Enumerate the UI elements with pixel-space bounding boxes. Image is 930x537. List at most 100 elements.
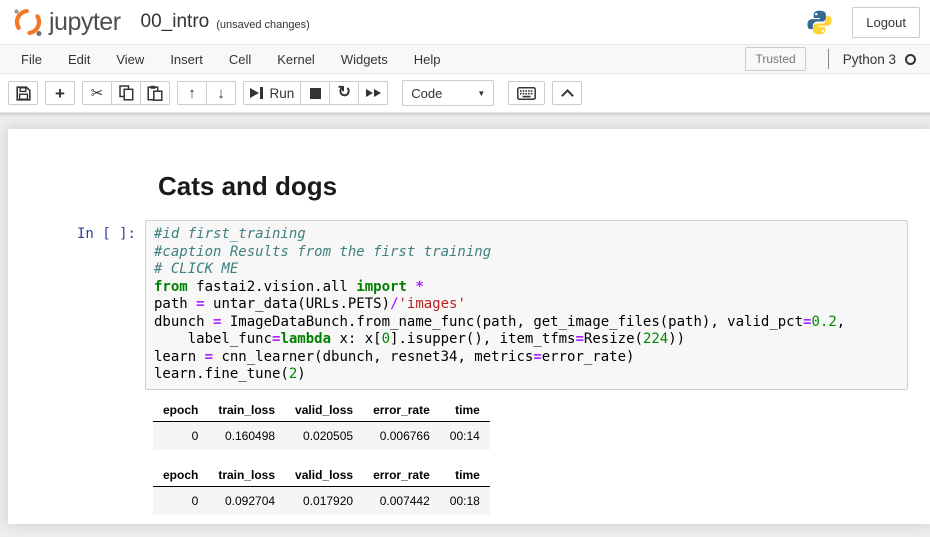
logo-text: jupyter bbox=[49, 8, 121, 37]
code-line[interactable]: path = untar_data(URLs.PETS)/'images' bbox=[154, 296, 899, 314]
table-cell: 0.005413 bbox=[363, 515, 440, 525]
table-header-epoch: epoch bbox=[153, 464, 208, 487]
table-cell: 0.007442 bbox=[363, 486, 440, 515]
checkpoint-status: (unsaved changes) bbox=[216, 19, 310, 31]
code-line[interactable]: learn.fine_tune(2) bbox=[154, 366, 899, 384]
menu-item-view[interactable]: View bbox=[103, 46, 157, 73]
menu-item-cell[interactable]: Cell bbox=[216, 46, 264, 73]
logout-button[interactable]: Logout bbox=[852, 7, 920, 38]
markdown-heading: Cats and dogs bbox=[158, 171, 930, 201]
cell-type-select[interactable]: Code ▼ bbox=[402, 80, 494, 106]
menu-item-widgets[interactable]: Widgets bbox=[328, 46, 401, 73]
menu-item-kernel[interactable]: Kernel bbox=[264, 46, 328, 73]
move-cell-up-icon: ↑ bbox=[188, 86, 196, 101]
code-line[interactable]: #id first_training bbox=[154, 226, 899, 244]
restart-run-all-icon bbox=[366, 89, 381, 97]
chevron-down-icon: ▼ bbox=[477, 89, 485, 98]
table-header-error_rate: error_rate bbox=[363, 399, 440, 422]
menu-items: FileEditViewInsertCellKernelWidgetsHelp bbox=[8, 46, 454, 73]
table-header-epoch: epoch bbox=[153, 399, 208, 422]
chevron-up-icon bbox=[561, 89, 574, 102]
header: jupyter 00_intro (unsaved changes) Logou… bbox=[0, 0, 930, 44]
code-line[interactable]: from fastai2.vision.all import * bbox=[154, 279, 899, 297]
restart-kernel-icon: ↻ bbox=[338, 85, 351, 101]
run-icon bbox=[250, 87, 263, 99]
save-icon bbox=[16, 86, 31, 101]
restart-run-all-button[interactable] bbox=[358, 81, 388, 105]
move-cell-down-button[interactable]: ↓ bbox=[206, 81, 236, 105]
table-header-error_rate: error_rate bbox=[363, 464, 440, 487]
training-results-table: epochtrain_lossvalid_losserror_ratetime0… bbox=[153, 464, 930, 525]
add-cell-button[interactable]: + bbox=[45, 81, 75, 105]
restart-kernel-button[interactable]: ↻ bbox=[329, 81, 359, 105]
menu-item-insert[interactable]: Insert bbox=[157, 46, 216, 73]
python-logo-icon bbox=[805, 8, 834, 37]
table-cell: 0 bbox=[153, 421, 208, 450]
training-results-table: epochtrain_lossvalid_losserror_ratetime0… bbox=[153, 399, 930, 450]
cut-cells-button[interactable]: ✂ bbox=[82, 81, 112, 105]
run-label: Run bbox=[270, 86, 295, 101]
table-header-valid_loss: valid_loss bbox=[285, 464, 363, 487]
cut-cells-icon: ✂ bbox=[91, 86, 104, 101]
table-row: 10.0277850.0124490.00541300:18 bbox=[153, 515, 490, 525]
kernel-separator bbox=[828, 49, 829, 69]
collapse-toolbar-button[interactable] bbox=[552, 81, 582, 105]
menu-item-help[interactable]: Help bbox=[401, 46, 454, 73]
site-background bbox=[0, 113, 930, 129]
code-lines: #id first_training#caption Results from … bbox=[154, 226, 899, 384]
input-prompt: In [ ]: bbox=[8, 220, 145, 390]
move-cell-down-icon: ↓ bbox=[217, 86, 225, 101]
output-area: epochtrain_lossvalid_losserror_ratetime0… bbox=[153, 399, 930, 525]
table-row: 00.0927040.0179200.00744200:18 bbox=[153, 486, 490, 515]
notebook-container: Cats and dogs In [ ]: #id first_training… bbox=[8, 129, 930, 524]
table-cell: 00:14 bbox=[440, 421, 490, 450]
table-cell: 0.092704 bbox=[208, 486, 285, 515]
table-cell: 0.020505 bbox=[285, 421, 363, 450]
keyboard-icon bbox=[517, 87, 536, 100]
table-header-time: time bbox=[440, 399, 490, 422]
toolbar: + ✂ ↑ ↓ Run ↻ bbox=[0, 74, 930, 113]
table-header-time: time bbox=[440, 464, 490, 487]
copy-cells-button[interactable] bbox=[111, 81, 141, 105]
table-header-train_loss: train_loss bbox=[208, 464, 285, 487]
code-line[interactable]: #caption Results from the first training bbox=[154, 244, 899, 262]
code-cell[interactable]: In [ ]: #id first_training#caption Resul… bbox=[8, 220, 930, 390]
table-header-train_loss: train_loss bbox=[208, 399, 285, 422]
menubar: FileEditViewInsertCellKernelWidgetsHelp … bbox=[0, 44, 930, 74]
menu-item-file[interactable]: File bbox=[8, 46, 55, 73]
kernel-name: Python 3 bbox=[843, 52, 896, 67]
cell-type-value: Code bbox=[411, 86, 442, 101]
table-cell: 1 bbox=[153, 515, 208, 525]
notebook-title[interactable]: 00_intro bbox=[141, 11, 210, 33]
add-cell-icon: + bbox=[55, 85, 65, 102]
code-line[interactable]: # CLICK ME bbox=[154, 261, 899, 279]
table-cell: 0.017920 bbox=[285, 486, 363, 515]
table-cell: 0.006766 bbox=[363, 421, 440, 450]
trusted-button[interactable]: Trusted bbox=[745, 47, 805, 71]
jupyter-logo[interactable]: jupyter bbox=[10, 4, 121, 40]
table-cell: 00:18 bbox=[440, 515, 490, 525]
paste-cells-button[interactable] bbox=[140, 81, 170, 105]
code-line[interactable]: dbunch = ImageDataBunch.from_name_func(p… bbox=[154, 314, 899, 332]
code-line[interactable]: learn = cnn_learner(dbunch, resnet34, me… bbox=[154, 349, 899, 367]
move-cell-up-button[interactable]: ↑ bbox=[177, 81, 207, 105]
table-cell: 0 bbox=[153, 486, 208, 515]
interrupt-kernel-icon bbox=[310, 88, 321, 99]
command-palette-button[interactable] bbox=[508, 81, 545, 105]
jupyter-logo-icon bbox=[10, 4, 46, 40]
table-cell: 0.012449 bbox=[285, 515, 363, 525]
menu-item-edit[interactable]: Edit bbox=[55, 46, 103, 73]
save-button[interactable] bbox=[8, 81, 38, 105]
table-cell: 00:18 bbox=[440, 486, 490, 515]
table-header-valid_loss: valid_loss bbox=[285, 399, 363, 422]
table-cell: 0.027785 bbox=[208, 515, 285, 525]
code-line[interactable]: label_func=lambda x: x[0].isupper(), ite… bbox=[154, 331, 899, 349]
table-cell: 0.160498 bbox=[208, 421, 285, 450]
run-button[interactable]: Run bbox=[243, 81, 301, 105]
copy-cells-icon bbox=[119, 85, 134, 101]
interrupt-kernel-button[interactable] bbox=[300, 81, 330, 105]
table-row: 00.1604980.0205050.00676600:14 bbox=[153, 421, 490, 450]
kernel-idle-icon bbox=[905, 54, 916, 65]
markdown-cell[interactable]: Cats and dogs bbox=[8, 171, 930, 201]
code-input-area[interactable]: #id first_training#caption Results from … bbox=[145, 220, 908, 390]
